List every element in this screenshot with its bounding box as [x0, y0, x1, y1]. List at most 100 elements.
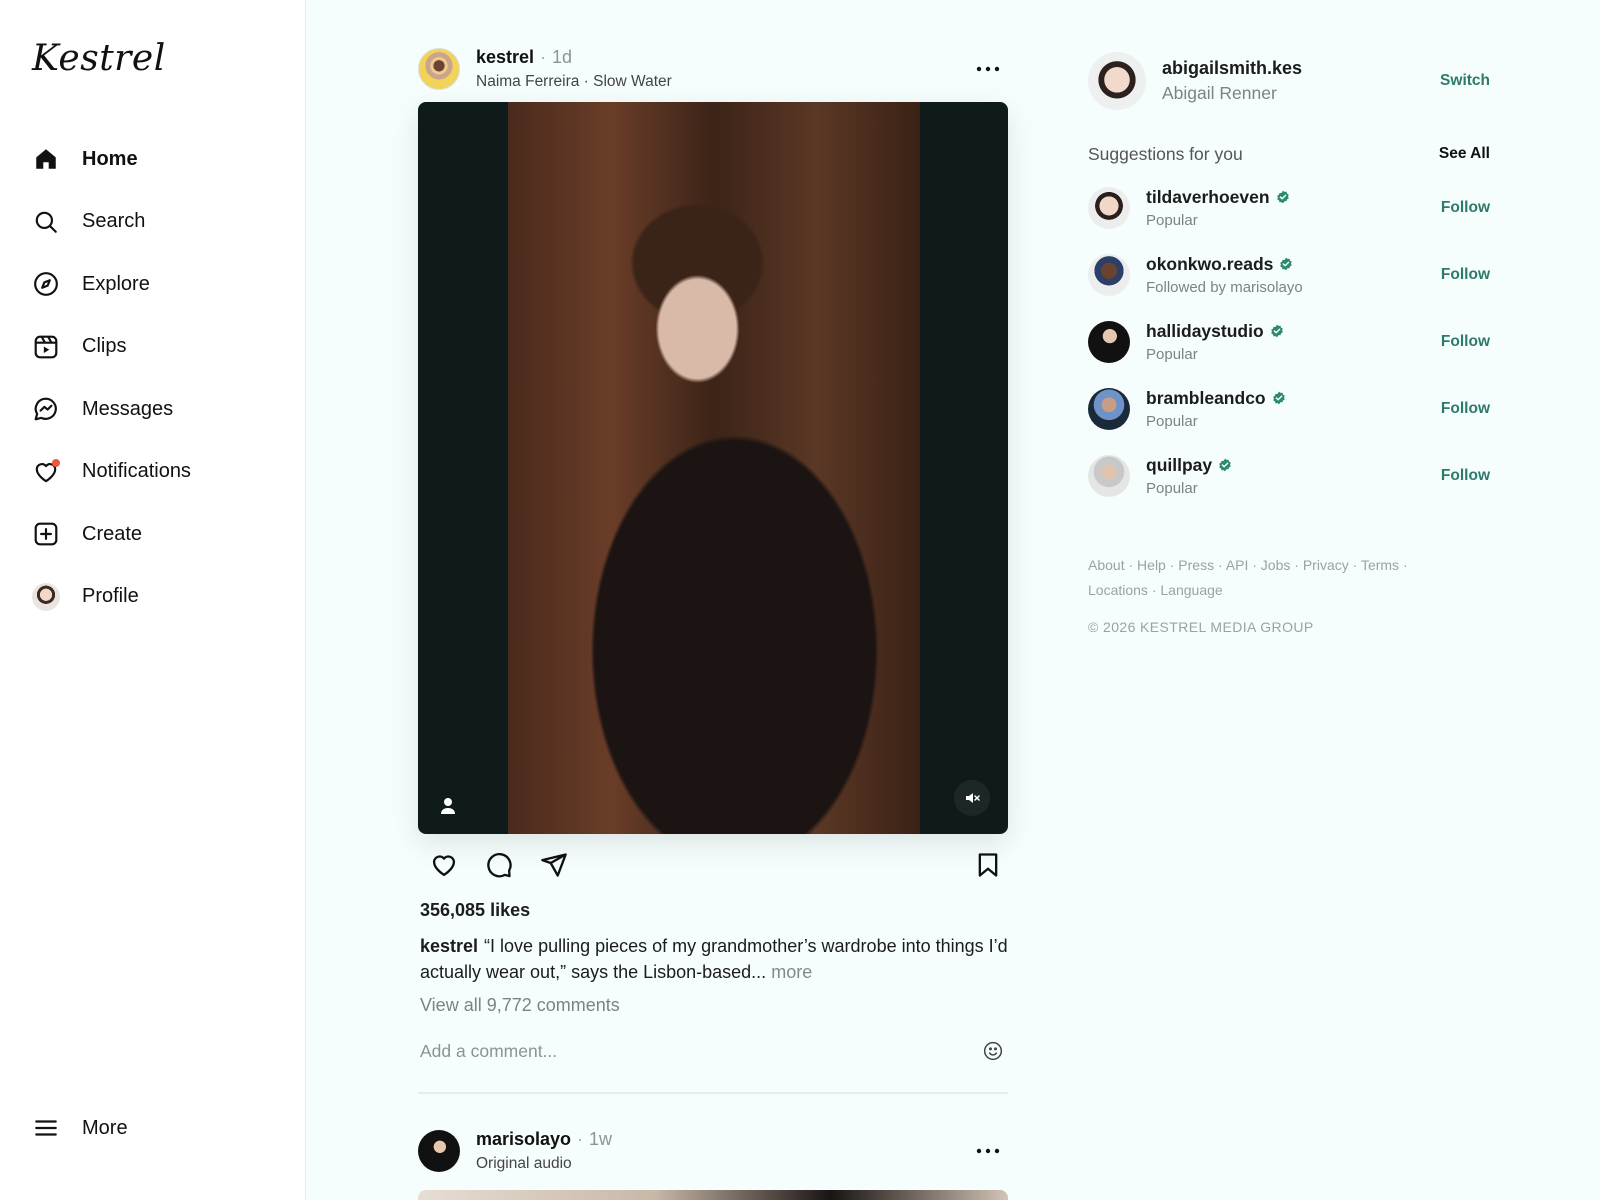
- clips-icon: [32, 333, 60, 361]
- suggestion-item: okonkwo.reads Followed by marisolayo Fol…: [1088, 241, 1490, 308]
- suggestion-username[interactable]: okonkwo.reads: [1146, 254, 1273, 275]
- caption-more-link[interactable]: more: [771, 962, 812, 982]
- current-user-username[interactable]: abigailsmith.kes: [1162, 58, 1440, 79]
- sidebar-item-label: Clips: [82, 335, 127, 358]
- suggestion-username[interactable]: brambleandco: [1146, 388, 1266, 409]
- verified-badge-icon: [1270, 324, 1284, 338]
- sidebar-item-explore[interactable]: Explore: [22, 253, 292, 316]
- post-media-image[interactable]: [418, 1190, 1008, 1200]
- footer-link[interactable]: API: [1226, 557, 1249, 573]
- separator-dot: ·: [577, 1129, 584, 1149]
- suggestion-avatar[interactable]: [1088, 320, 1130, 363]
- suggestion-reason: Popular: [1146, 479, 1198, 497]
- suggestion-username[interactable]: hallidaystudio: [1146, 321, 1264, 342]
- comment-icon: [487, 853, 512, 878]
- view-all-comments-link[interactable]: View all 9,772 comments: [418, 995, 1008, 1016]
- profile-avatar: [32, 582, 60, 611]
- footer-link[interactable]: Language: [1160, 582, 1222, 598]
- sidebar-item-clips[interactable]: Clips: [22, 316, 292, 379]
- footer-link[interactable]: Terms: [1361, 557, 1399, 573]
- search-icon: [32, 208, 60, 236]
- feed-post: kestrel ·1d Naima Ferreira · Slow Water: [418, 44, 1008, 1094]
- footer-link[interactable]: Press: [1178, 557, 1214, 573]
- suggestion-avatar[interactable]: [1088, 186, 1130, 229]
- tagged-users-button[interactable]: [430, 788, 466, 824]
- suggestion-avatar[interactable]: [1088, 454, 1130, 497]
- like-count[interactable]: 356,085 likes: [418, 900, 1008, 921]
- follow-button[interactable]: Follow: [1441, 333, 1490, 351]
- suggestion-username[interactable]: tildaverhoeven: [1146, 187, 1270, 208]
- sidebar-item-label: Home: [82, 147, 138, 170]
- follow-button[interactable]: Follow: [1441, 266, 1490, 284]
- sidebar-item-search[interactable]: Search: [22, 191, 292, 254]
- suggestion-username[interactable]: quillpay: [1146, 455, 1212, 476]
- caption-username[interactable]: kestrel: [420, 936, 478, 956]
- sidebar-item-label: Create: [82, 522, 143, 545]
- suggestion-item: hallidaystudio Popular Follow: [1088, 308, 1490, 375]
- sidebar-item-home[interactable]: Home: [22, 128, 292, 191]
- send-icon: [541, 853, 567, 877]
- user-icon: [441, 798, 455, 814]
- switch-account-button[interactable]: Switch: [1440, 72, 1490, 90]
- post-audio-subtitle[interactable]: Naima Ferreira · Slow Water: [476, 73, 968, 91]
- post-author-info: marisolayo · 1w Original audio: [476, 1129, 968, 1173]
- mute-toggle-button[interactable]: [954, 780, 990, 816]
- heart-icon: [32, 458, 60, 486]
- footer-link[interactable]: Locations: [1088, 582, 1148, 598]
- sidebar-item-profile[interactable]: Profile: [22, 566, 292, 629]
- post-author-username[interactable]: marisolayo: [476, 1129, 571, 1149]
- copyright: © 2026 KESTREL MEDIA GROUP: [1088, 619, 1314, 635]
- post-divider: [418, 1092, 1008, 1094]
- verified-badge-icon: [1272, 391, 1286, 405]
- post-caption: kestrel “I love pulling pieces of my gran…: [418, 933, 1008, 985]
- suggestion-avatar[interactable]: [1088, 387, 1130, 430]
- footer-link[interactable]: Privacy: [1303, 557, 1349, 573]
- post-author-avatar[interactable]: [418, 48, 460, 90]
- follow-button[interactable]: Follow: [1441, 199, 1490, 217]
- footer-link[interactable]: Jobs: [1261, 557, 1291, 573]
- suggestion-reason: Popular: [1146, 211, 1198, 229]
- sidebar-item-messages[interactable]: Messages: [22, 378, 292, 441]
- notification-dot: [52, 458, 60, 467]
- bookmark-icon: [978, 853, 998, 877]
- post-actions: [418, 834, 1008, 896]
- like-button[interactable]: [424, 845, 464, 885]
- post-author-username[interactable]: kestrel: [476, 47, 534, 67]
- verified-badge-icon: [1276, 190, 1290, 204]
- post-header: marisolayo · 1w Original audio: [418, 1126, 1008, 1176]
- post-time: 1d: [552, 47, 573, 67]
- post-options-button[interactable]: [968, 1136, 1008, 1166]
- follow-button[interactable]: Follow: [1441, 467, 1490, 485]
- right-rail: abigailsmith.kes Abigail Renner Switch S…: [1088, 50, 1490, 635]
- suggestion-reason: Popular: [1146, 412, 1198, 430]
- post-time: 1w: [589, 1129, 613, 1149]
- post-options-button[interactable]: [968, 54, 1008, 84]
- app-logo[interactable]: Kestrel: [32, 38, 166, 79]
- sidebar-item-label: Profile: [82, 585, 139, 608]
- emoji-picker-button[interactable]: [978, 1036, 1008, 1066]
- sidebar-item-label: Explore: [82, 272, 150, 295]
- post-media-video[interactable]: [418, 102, 1008, 834]
- save-button[interactable]: [968, 845, 1008, 885]
- footer-link[interactable]: Help: [1137, 557, 1166, 573]
- plus-square-icon: [32, 520, 60, 548]
- sidebar-item-notifications[interactable]: Notifications: [22, 441, 292, 504]
- share-button[interactable]: [534, 845, 574, 885]
- suggestions-list: tildaverhoeven Popular Follow okonkwo.re…: [1088, 174, 1490, 509]
- current-user-avatar[interactable]: [1088, 52, 1146, 110]
- footer-link[interactable]: About: [1088, 557, 1125, 573]
- verified-badge-icon: [1218, 458, 1232, 472]
- sidebar-item-more[interactable]: More: [32, 1114, 128, 1142]
- suggestions-title: Suggestions for you: [1088, 143, 1243, 164]
- suggestion-avatar[interactable]: [1088, 253, 1130, 296]
- comment-composer: [418, 1036, 1008, 1066]
- suggestion-reason: Popular: [1146, 345, 1198, 363]
- sidebar-item-label: Notifications: [82, 460, 191, 483]
- sidebar-item-create[interactable]: Create: [22, 503, 292, 566]
- post-author-avatar[interactable]: [418, 1130, 460, 1172]
- follow-button[interactable]: Follow: [1441, 400, 1490, 418]
- comment-input[interactable]: [420, 1040, 978, 1062]
- see-all-button[interactable]: See All: [1439, 145, 1490, 163]
- comment-button[interactable]: [479, 845, 519, 885]
- post-audio-subtitle[interactable]: Original audio: [476, 1155, 968, 1173]
